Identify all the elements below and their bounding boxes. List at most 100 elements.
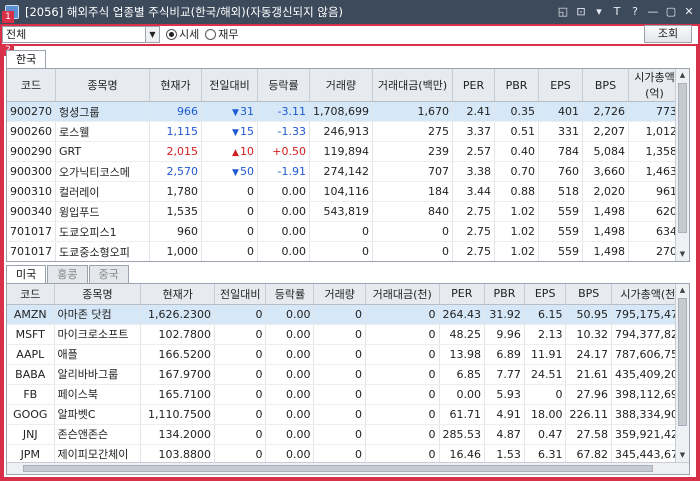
chevron-down-icon[interactable]: ▼	[145, 26, 159, 42]
column-header[interactable]: 거래대금(천)	[365, 284, 440, 305]
change-arrow-icon: ▼	[232, 108, 239, 118]
scroll-down-icon[interactable]: ▼	[676, 248, 689, 261]
column-header[interactable]: 거래량	[313, 284, 366, 305]
cell-code: GOOG	[7, 404, 55, 425]
column-header[interactable]: 시가총액(억)	[628, 69, 681, 102]
table-row[interactable]: 900290 GRT 2,015 ▲10 +0.50 119,894 239 2.57 0.40…	[7, 141, 681, 162]
tab-usa[interactable]: 미국	[6, 265, 47, 283]
table-row[interactable]: 701017벨기에코어오피99000.00002.751.025591,4981…	[7, 262, 680, 263]
korea-scrollbar[interactable]: ▲ ▼	[675, 69, 689, 261]
close-icon[interactable]: ✕	[682, 4, 696, 19]
cell-pbr: 0.51	[494, 121, 539, 142]
cell-value: 239	[372, 141, 453, 162]
pin-icon[interactable]: ▾	[592, 4, 606, 19]
window-link-icon[interactable]: ◱	[556, 4, 570, 19]
overseas-scrollbar[interactable]: ▲ ▼	[675, 284, 689, 462]
cell-eps: 331	[538, 121, 583, 142]
column-header[interactable]: 코드	[7, 284, 55, 305]
change-value: 50	[240, 165, 254, 178]
korea-scroll-thumb[interactable]	[678, 83, 687, 233]
scroll-up-icon[interactable]: ▲	[676, 284, 689, 297]
column-header[interactable]: PBR	[494, 69, 539, 102]
cell-eps: 518	[538, 181, 583, 202]
cell-cap: 1,012	[628, 121, 681, 142]
window-screen-icon[interactable]: ⊡	[574, 4, 588, 19]
cell-price: 990	[150, 262, 202, 263]
table-row[interactable]: 701017 도쿄중소형오피 1,000 0 0.00 0 0 2.75 1.02 559 1,49…	[7, 241, 681, 261]
table-row[interactable]: MSFT 마이크로소프트 102.7800 0 0.00 0 0 48.25 9.96 2.13 1…	[7, 324, 689, 345]
table-row[interactable]: FB 페이스북 165.7100 0 0.00 0 0 0.00 5.93 0 27.96 398,1…	[7, 384, 689, 405]
cell-code: 900300	[7, 161, 56, 182]
column-header[interactable]: BPS	[565, 284, 612, 305]
cell-name: 마이크로소프트	[54, 324, 142, 345]
change-arrow-icon: ▲	[232, 148, 239, 158]
cell-name: 알파벳C	[54, 404, 142, 425]
cell-cap: 961	[628, 181, 681, 202]
scroll-down-icon[interactable]: ▼	[676, 449, 689, 462]
column-header[interactable]: 코드	[7, 69, 56, 102]
cell-rate: -1.33	[257, 121, 310, 142]
cell-pbr: 1.02	[494, 221, 539, 242]
table-row[interactable]: BABA 알리바바그룹 167.9700 0 0.00 0 0 6.85 7.77 24.51 21…	[7, 364, 689, 385]
korea-header-row: 코드 종목명 현재가 전일대비 등락률 거래량 거래대금(백만) PER PBR EPS BPS 시가…	[7, 69, 681, 102]
column-header[interactable]: 종목명	[54, 284, 142, 305]
radio-quote-dot[interactable]	[166, 28, 177, 40]
cell-volume: 0	[313, 404, 366, 425]
cell-code: JPM	[7, 444, 55, 465]
overseas-scroll-thumb[interactable]	[678, 298, 687, 426]
cell-eps: 2.13	[524, 324, 567, 345]
cell-change: ▼50	[201, 161, 258, 182]
cell-bps: 3,660	[582, 161, 629, 182]
table-row[interactable]: JNJ 존슨앤존슨 134.2000 0 0.00 0 0 285.53 4.87 0.47 27.…	[7, 424, 689, 445]
column-header[interactable]: PER	[452, 69, 495, 102]
table-row[interactable]: 900270 헝셩그룹 966 ▼31 -3.11 1,708,699 1,670 2.41 0…	[7, 101, 681, 122]
column-header[interactable]: PER	[439, 284, 486, 305]
cell-price: 966	[149, 101, 202, 122]
radio-finance[interactable]: 재무	[205, 26, 239, 42]
cell-volume: 0	[313, 364, 366, 385]
overseas-table: 코드 종목명 현재가 전일대비 등락률 거래량 거래대금(천) PER PBR EPS BPS 시가총…	[7, 284, 689, 474]
minimize-icon[interactable]: —	[646, 4, 660, 19]
column-header[interactable]: 전일대비	[214, 284, 267, 305]
tab-korea[interactable]: 한국	[6, 50, 47, 68]
column-header[interactable]: 종목명	[55, 69, 150, 102]
column-header[interactable]: 거래대금(백만)	[372, 69, 453, 102]
radio-finance-dot[interactable]	[205, 28, 217, 40]
column-header[interactable]: 등락률	[257, 69, 310, 102]
table-row[interactable]: 900310 컬러레이 1,780 0 0.00 104,116 184 3.44 0.88 51…	[7, 181, 681, 202]
cell-name: 로스웰	[55, 121, 150, 142]
table-row[interactable]: 900340 윙입푸드 1,535 0 0.00 543,819 840 2.75 1.02 55…	[7, 201, 681, 222]
table-row[interactable]: GOOG 알파벳C 1,110.7500 0 0.00 0 0 61.71 4.91 18.00 2…	[7, 404, 689, 425]
column-header[interactable]: EPS	[538, 69, 583, 102]
table-row[interactable]: JPM 제이피모간체이 103.8800 0 0.00 0 0 16.46 1.53 6.31 67…	[7, 444, 689, 465]
column-header[interactable]: EPS	[524, 284, 567, 305]
table-row[interactable]: 900300 오가닉티코스메 2,570 ▼50 -1.91 274,142 707 3.38…	[7, 161, 681, 182]
cell-per: 264.43	[439, 304, 486, 325]
tab-hongkong[interactable]: 홍콩	[47, 265, 88, 283]
change-arrow-icon: ▼	[232, 168, 239, 178]
font-size-icon[interactable]: T	[610, 4, 624, 19]
tab-china[interactable]: 중국	[88, 265, 129, 283]
table-row[interactable]: AMZN 아마존 닷컴 1,626.2300 0 0.00 0 0 264.43 31.92 6.…	[7, 304, 689, 325]
column-header[interactable]: 등락률	[265, 284, 315, 305]
search-button[interactable]: 조회	[644, 25, 692, 43]
radio-quote[interactable]: 시세	[166, 26, 199, 42]
table-row[interactable]: 701017 도쿄오피스1 960 0 0.00 0 0 2.75 1.02 559 1,498 63…	[7, 221, 681, 242]
overseas-hscroll-thumb[interactable]	[23, 465, 653, 472]
cell-rate: 0.00	[257, 241, 310, 261]
column-header[interactable]: PBR	[484, 284, 525, 305]
category-select[interactable]: 전체 ▼	[2, 25, 160, 43]
help-icon[interactable]: ?	[628, 4, 642, 19]
scroll-up-icon[interactable]: ▲	[676, 69, 689, 82]
table-row[interactable]: 900260 로스웰 1,115 ▼15 -1.33 246,913 275 3.37 0.51…	[7, 121, 681, 142]
cell-code: JNJ	[7, 424, 55, 445]
column-header[interactable]: 거래량	[309, 69, 373, 102]
column-header[interactable]: 현재가	[149, 69, 202, 102]
maximize-icon[interactable]: ▢	[664, 4, 678, 19]
overseas-hscrollbar[interactable]	[7, 462, 689, 474]
table-row[interactable]: AAPL 애플 166.5200 0 0.00 0 0 13.98 6.89 11.91 24.17…	[7, 344, 689, 365]
cell-rate: 0.00	[258, 262, 310, 263]
column-header[interactable]: 현재가	[140, 284, 215, 305]
column-header[interactable]: 전일대비	[201, 69, 258, 102]
column-header[interactable]: BPS	[582, 69, 629, 102]
